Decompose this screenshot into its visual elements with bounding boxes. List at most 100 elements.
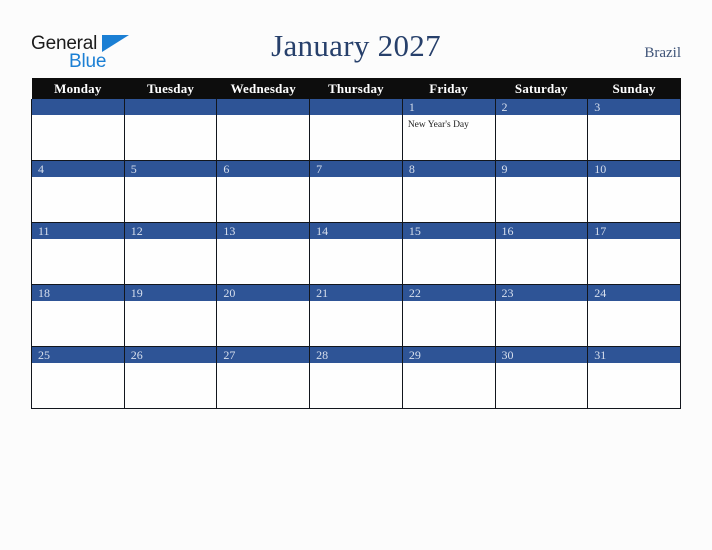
calendar-day-cell[interactable]: 12 <box>123 222 218 285</box>
day-events <box>32 177 124 181</box>
calendar-day-cell[interactable]: 19 <box>123 284 218 347</box>
day-events <box>496 301 588 305</box>
day-number: 1 <box>402 99 495 115</box>
weekday-header-sunday: Sunday <box>587 78 681 99</box>
calendar-day-cell[interactable]: 8 <box>401 160 496 223</box>
day-number: 6 <box>217 161 310 177</box>
calendar-week-row: 4 5 6 7 8 9 10 <box>31 160 681 223</box>
weekday-header-wednesday: Wednesday <box>216 78 310 99</box>
calendar-day-cell[interactable]: 5 <box>123 160 218 223</box>
day-events <box>125 115 217 119</box>
calendar-day-cell[interactable]: 10 <box>587 160 681 223</box>
calendar-day-cell[interactable]: 23 <box>494 284 589 347</box>
calendar-day-cell[interactable]: 18 <box>31 284 125 347</box>
day-events <box>588 363 680 367</box>
calendar-day-cell[interactable]: 28 <box>309 346 403 409</box>
day-events <box>32 363 124 367</box>
calendar-day-cell[interactable]: 2 <box>494 99 589 161</box>
day-events <box>310 301 402 305</box>
calendar-day-cell[interactable]: 14 <box>309 222 403 285</box>
weekday-header-saturday: Saturday <box>495 78 588 99</box>
day-number: 2 <box>495 99 588 115</box>
day-number: 15 <box>402 223 495 239</box>
day-number: 4 <box>32 161 124 177</box>
calendar-day-cell[interactable]: 29 <box>401 346 496 409</box>
day-number: 16 <box>495 223 588 239</box>
day-events <box>403 177 495 181</box>
day-events <box>403 363 495 367</box>
day-number: 29 <box>402 347 495 363</box>
calendar-empty-cell <box>123 99 218 161</box>
calendar-day-cell[interactable]: 4 <box>31 160 125 223</box>
calendar-page: General Blue January 2027 Brazil Monday … <box>0 0 712 550</box>
calendar-day-cell[interactable]: 9 <box>494 160 589 223</box>
calendar-body: 1 New Year's Day 2 3 4 5 6 7 8 9 10 11 12 13 14 15 16 17 1… <box>31 99 681 409</box>
event-label: New Year's Day <box>407 120 469 130</box>
day-events <box>125 239 217 243</box>
day-number <box>310 99 402 115</box>
country-label: Brazil <box>644 45 681 61</box>
day-events <box>310 239 402 243</box>
day-number <box>124 99 217 115</box>
weekday-header-tuesday: Tuesday <box>124 78 217 99</box>
day-events <box>217 239 309 243</box>
calendar-day-cell[interactable]: 26 <box>123 346 218 409</box>
calendar-day-cell[interactable]: 3 <box>587 99 681 161</box>
day-events <box>32 239 124 243</box>
calendar-day-cell[interactable]: 30 <box>494 346 589 409</box>
calendar-day-cell[interactable]: 11 <box>31 222 125 285</box>
calendar-day-cell[interactable]: 17 <box>587 222 681 285</box>
day-number: 7 <box>310 161 402 177</box>
calendar-day-cell[interactable]: 27 <box>216 346 311 409</box>
day-events <box>588 239 680 243</box>
calendar-day-cell[interactable]: 31 <box>587 346 681 409</box>
calendar-day-cell[interactable]: 6 <box>216 160 311 223</box>
calendar-day-cell[interactable]: 24 <box>587 284 681 347</box>
page-header: General Blue January 2027 Brazil <box>0 0 712 78</box>
calendar-day-cell[interactable]: 25 <box>31 346 125 409</box>
weekday-header-friday: Friday <box>402 78 496 99</box>
calendar-day-cell[interactable]: 16 <box>494 222 589 285</box>
day-events <box>125 301 217 305</box>
day-events <box>125 177 217 181</box>
day-events <box>403 301 495 305</box>
page-title: January 2027 <box>271 28 441 63</box>
day-events <box>310 115 402 119</box>
day-number: 3 <box>588 99 680 115</box>
day-events <box>32 115 124 119</box>
day-events <box>125 363 217 367</box>
day-number: 13 <box>217 223 310 239</box>
day-number: 9 <box>495 161 588 177</box>
calendar-week-row: 11 12 13 14 15 16 17 <box>31 222 681 285</box>
calendar-day-cell[interactable]: 21 <box>309 284 403 347</box>
day-number <box>32 99 124 115</box>
calendar-week-row: 25 26 27 28 29 30 31 <box>31 346 681 409</box>
day-number: 12 <box>124 223 217 239</box>
calendar-week-row: 1 New Year's Day 2 3 <box>31 99 681 161</box>
calendar-day-cell[interactable]: 13 <box>216 222 311 285</box>
calendar-day-cell[interactable]: 20 <box>216 284 311 347</box>
day-number: 10 <box>588 161 680 177</box>
calendar-empty-cell <box>216 99 311 161</box>
day-events <box>588 115 680 119</box>
day-events <box>310 177 402 181</box>
day-number: 19 <box>124 285 217 301</box>
day-number: 24 <box>588 285 680 301</box>
day-number: 31 <box>588 347 680 363</box>
day-events <box>217 177 309 181</box>
calendar-day-cell[interactable]: 22 <box>401 284 496 347</box>
day-events <box>217 301 309 305</box>
weekday-header-monday: Monday <box>31 78 125 99</box>
day-events <box>310 363 402 367</box>
calendar-day-cell[interactable]: 1 New Year's Day <box>401 99 496 161</box>
day-number: 21 <box>310 285 402 301</box>
day-events <box>496 239 588 243</box>
day-events: New Year's Day <box>403 115 495 131</box>
calendar-day-cell[interactable]: 15 <box>401 222 496 285</box>
calendar-day-cell[interactable]: 7 <box>309 160 403 223</box>
day-events <box>217 115 309 119</box>
calendar-header-row: Monday Tuesday Wednesday Thursday Friday… <box>31 78 681 99</box>
day-number: 20 <box>217 285 310 301</box>
day-number: 30 <box>495 347 588 363</box>
day-events <box>496 363 588 367</box>
